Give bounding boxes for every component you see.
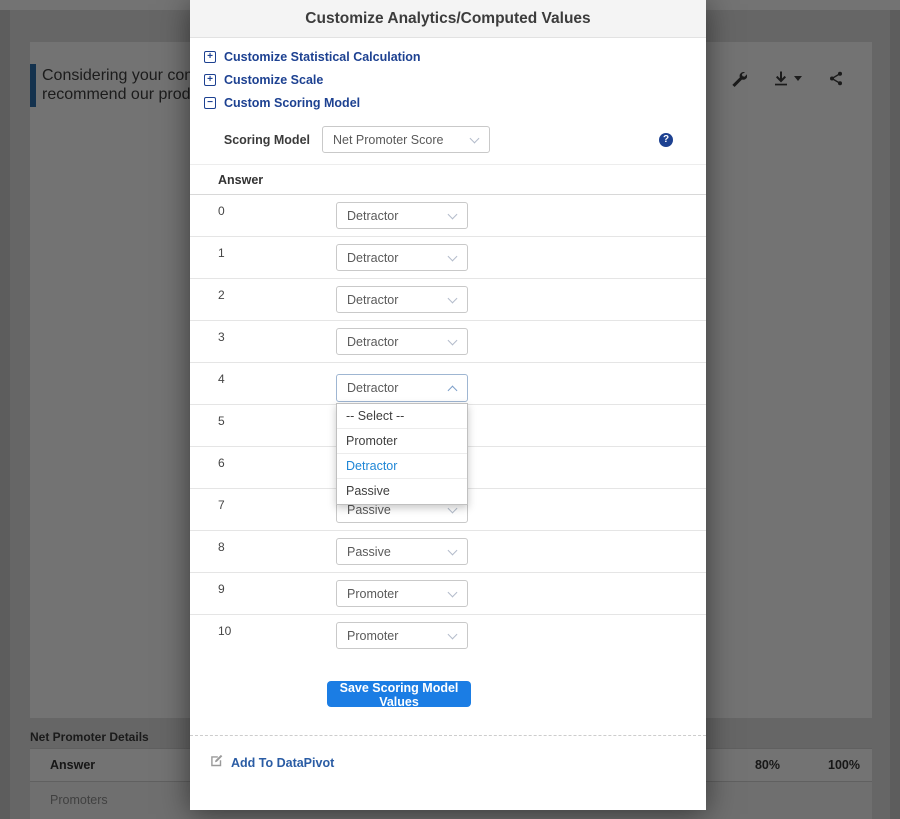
answer-header-label: Answer bbox=[218, 173, 263, 187]
answer-value-label: 0 bbox=[218, 204, 225, 218]
answer-category-select[interactable]: Detractor bbox=[336, 202, 468, 229]
answer-value-label: 3 bbox=[218, 330, 225, 344]
selected-category: Detractor bbox=[347, 251, 398, 265]
answer-value-label: 9 bbox=[218, 582, 225, 596]
section-label: Customize Statistical Calculation bbox=[224, 50, 421, 64]
answer-category-select[interactable]: Detractor bbox=[336, 374, 468, 402]
dropdown-options-panel: -- Select --PromoterDetractorPassive bbox=[336, 403, 468, 505]
answer-category-select[interactable]: Detractor bbox=[336, 286, 468, 313]
answer-category-select[interactable]: Detractor bbox=[336, 328, 468, 355]
answer-category-select[interactable]: Passive bbox=[336, 538, 468, 565]
dropdown-option[interactable]: Detractor bbox=[337, 454, 467, 479]
answer-value-label: 1 bbox=[218, 246, 225, 260]
answer-category-select[interactable]: Promoter bbox=[336, 622, 468, 649]
plus-square-icon[interactable]: + bbox=[204, 74, 216, 86]
answer-value-label: 6 bbox=[218, 456, 225, 470]
scoring-model-select[interactable]: Net Promoter Score bbox=[322, 126, 490, 153]
answer-value-label: 5 bbox=[218, 414, 225, 428]
answer-table-header: Answer bbox=[190, 165, 706, 195]
chevron-up-icon bbox=[448, 386, 458, 396]
answer-value-label: 7 bbox=[218, 498, 225, 512]
chevron-down-icon bbox=[448, 504, 458, 514]
answer-value-label: 10 bbox=[218, 624, 231, 638]
answer-row-3: 3 Detractor bbox=[190, 321, 706, 363]
add-to-datapivot-label: Add To DataPivot bbox=[231, 756, 334, 770]
chevron-down-icon bbox=[448, 252, 458, 262]
add-to-datapivot-link[interactable]: Add To DataPivot bbox=[210, 753, 706, 772]
accordion-section-customize-scale[interactable]: + Customize Scale bbox=[204, 71, 692, 88]
selected-category: Detractor bbox=[347, 335, 398, 349]
answer-table: Answer 0 Detractor 1 Detractor 2 Detractor 3 De… bbox=[190, 164, 706, 657]
edit-icon bbox=[210, 753, 224, 772]
plus-square-icon[interactable]: + bbox=[204, 51, 216, 63]
section-label: Customize Scale bbox=[224, 73, 323, 87]
modal-title: Customize Analytics/Computed Values bbox=[305, 10, 590, 27]
selected-category: Detractor bbox=[347, 293, 398, 307]
section-label: Custom Scoring Model bbox=[224, 96, 360, 110]
dropdown-option[interactable]: Promoter bbox=[337, 429, 467, 454]
answer-value-label: 2 bbox=[218, 288, 225, 302]
selected-category: Promoter bbox=[347, 629, 398, 643]
selected-category: Passive bbox=[347, 545, 391, 559]
scoring-model-label: Scoring Model bbox=[204, 133, 310, 147]
modal-header: Customize Analytics/Computed Values bbox=[190, 0, 706, 38]
scoring-model-row: Scoring Model Net Promoter Score ? bbox=[190, 126, 706, 153]
save-scoring-model-button[interactable]: Save Scoring Model Values bbox=[327, 681, 471, 707]
chevron-down-icon bbox=[448, 630, 458, 640]
chevron-down-icon bbox=[448, 294, 458, 304]
dropdown-option[interactable]: Passive bbox=[337, 479, 467, 504]
chevron-down-icon bbox=[448, 546, 458, 556]
answer-row-8: 8 Passive bbox=[190, 531, 706, 573]
selected-category: Promoter bbox=[347, 587, 398, 601]
answer-row-2: 2 Detractor bbox=[190, 279, 706, 321]
answer-rows: 0 Detractor 1 Detractor 2 Detractor 3 Detractor… bbox=[190, 195, 706, 657]
help-icon[interactable]: ? bbox=[659, 133, 673, 147]
answer-row-10: 10 Promoter bbox=[190, 615, 706, 657]
chevron-down-icon bbox=[448, 588, 458, 598]
footer-divider bbox=[190, 735, 706, 736]
answer-row-4: 4Detractor-- Select --PromoterDetractorP… bbox=[190, 363, 706, 405]
dropdown-option[interactable]: -- Select -- bbox=[337, 404, 467, 429]
chevron-down-icon bbox=[448, 336, 458, 346]
answer-category-select[interactable]: Detractor bbox=[336, 244, 468, 271]
answer-value-label: 8 bbox=[218, 540, 225, 554]
selected-category: Detractor bbox=[347, 209, 398, 223]
minus-square-icon[interactable]: − bbox=[204, 97, 216, 109]
accordion-section-custom-scoring-model[interactable]: −Custom Scoring Model bbox=[204, 94, 692, 111]
accordion-section-customize-statistical-calculation[interactable]: + Customize Statistical Calculation bbox=[204, 48, 692, 65]
accordion-sections: + Customize Statistical Calculation + Custo… bbox=[190, 38, 706, 111]
scoring-model-value: Net Promoter Score bbox=[333, 133, 443, 147]
chevron-down-icon bbox=[470, 134, 480, 144]
answer-row-1: 1 Detractor bbox=[190, 237, 706, 279]
selected-category: Detractor bbox=[347, 381, 398, 395]
answer-row-0: 0 Detractor bbox=[190, 195, 706, 237]
answer-value-label: 4 bbox=[218, 372, 225, 386]
chevron-down-icon bbox=[448, 210, 458, 220]
customize-analytics-modal: Customize Analytics/Computed Values + Cus… bbox=[190, 0, 706, 810]
answer-category-select[interactable]: Promoter bbox=[336, 580, 468, 607]
answer-row-9: 9 Promoter bbox=[190, 573, 706, 615]
save-button-row: Save Scoring Model Values bbox=[190, 681, 706, 707]
